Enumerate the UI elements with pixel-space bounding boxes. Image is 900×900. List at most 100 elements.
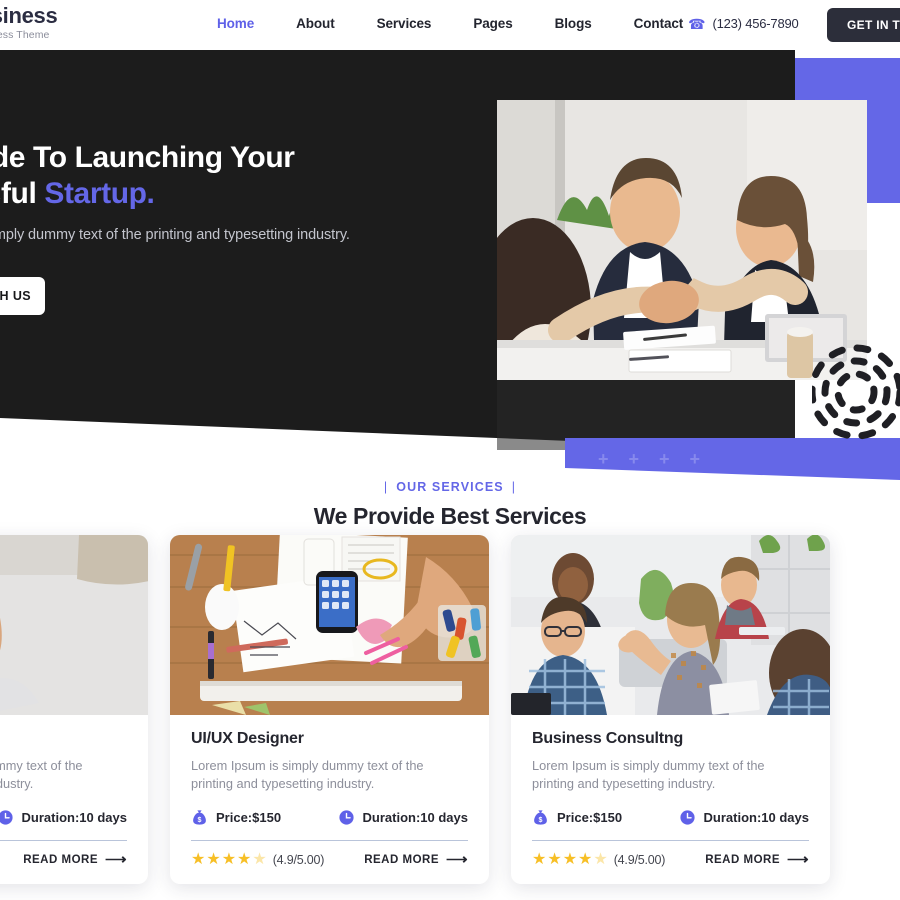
service-card-image-digital-marketing: DIGITAL MARKETING (0, 535, 148, 715)
service-card[interactable]: UI/UX Designer Lorem Ipsum is simply dum… (170, 535, 489, 884)
svg-text:$: $ (198, 816, 202, 824)
service-card-duration-label: Duration:10 days (362, 810, 468, 825)
nav-item-services[interactable]: Services (356, 16, 453, 31)
logo-title: Business (0, 3, 58, 28)
hero-copy: The Guide To Launching Your Successful S… (0, 140, 442, 315)
eyebrow-bar-left: | (383, 480, 389, 494)
service-card-duration: Duration:10 days (679, 809, 809, 826)
star-icon-empty: ★ (593, 851, 608, 868)
service-card[interactable]: Business Consultng Lorem Ipsum is simply… (511, 535, 830, 884)
dashed-circle-decoration (812, 344, 900, 440)
service-card-read-more-link[interactable]: READ MORE ⟶ (705, 851, 809, 868)
nav-item-blogs[interactable]: Blogs (534, 16, 613, 31)
star-icon: ★ (237, 851, 252, 868)
star-icon: ★ (562, 851, 578, 868)
service-card-read-more-link[interactable]: READ MORE ⟶ (23, 851, 127, 868)
service-card-duration-label: Duration:10 days (703, 810, 809, 825)
service-card-price: $ Price:$150 (532, 809, 679, 826)
header-phone[interactable]: ☎ (123) 456-7890 (688, 15, 799, 32)
arrow-right-icon: ⟶ (104, 851, 127, 868)
hero-heading-line1: The Guide To Launching Your (0, 141, 295, 174)
hero-paragraph: Lorem Ipsum is simply dummy text of the … (0, 227, 350, 243)
star-rating-icons: ★ ★ ★ ★ ★ (532, 852, 608, 868)
main-navigation: Home About Services Pages Blogs Contact (196, 16, 704, 31)
clock-icon (338, 810, 354, 825)
hero-reach-us-button[interactable]: REACH US (0, 277, 45, 315)
arrow-right-icon: ⟶ (445, 851, 468, 868)
service-card-footer: ★★★★★ (4.9/5.00) READ MORE ⟶ (532, 852, 809, 868)
star-icon: ★ (206, 851, 221, 868)
service-card-description: Lorem Ipsum is simply dummy text of the … (191, 758, 424, 791)
service-card-body: Business Consultng Lorem Ipsum is simply… (511, 715, 830, 884)
service-card-divider (532, 840, 809, 841)
service-card-title: Business Consultng (532, 730, 684, 747)
get-in-touch-button[interactable]: GET IN TOUCH (827, 8, 900, 42)
service-card-image-team-meeting (511, 535, 830, 715)
service-card-duration: Duration:10 days (338, 809, 468, 826)
service-card-description: Lorem Ipsum is simply dummy text of the … (532, 758, 765, 791)
phone-icon: ☎ (688, 15, 706, 32)
landing-page: Business Wordpress Theme Home About Serv… (0, 0, 900, 900)
nav-item-pages[interactable]: Pages (452, 16, 533, 31)
read-more-label: READ MORE (364, 854, 439, 866)
arrow-right-icon: ⟶ (786, 851, 809, 868)
star-rating-icons: ★ ★ ★ ★ ★ (191, 852, 267, 868)
eyebrow-label: OUR SERVICES (396, 480, 504, 494)
read-more-label: READ MORE (23, 854, 98, 866)
service-card-list: DIGITAL MARKETING D (0, 535, 830, 884)
service-card-meta: $ Price:$150 Duration:10 days (0, 809, 127, 826)
hero-image-handshake-meeting (497, 100, 867, 380)
service-card-rating: ★ ★ ★ ★ ★ (4.9/5.00) (532, 852, 665, 868)
service-card-title: UI/UX Designer (191, 730, 304, 747)
service-card-price: $ Price:$150 (191, 809, 338, 826)
services-title: We Provide Best Services (313, 503, 587, 529)
clock-icon (0, 810, 13, 825)
read-more-label: READ MORE (705, 854, 780, 866)
star-icon: ★ (547, 851, 562, 868)
site-header: Business Wordpress Theme Home About Serv… (0, 0, 900, 50)
service-card-rating: ★ ★ ★ ★ ★ (4.9/5.00) (191, 852, 324, 868)
service-card-divider (191, 840, 468, 841)
service-card-rating-text: (4.9/5.00) (272, 853, 325, 867)
eyebrow-bar-right: | (511, 480, 517, 494)
service-card[interactable]: DIGITAL MARKETING D (0, 535, 148, 884)
service-card-rating-text: (4.9/5.00) (613, 853, 666, 867)
service-card-body: Digital Marketing Lorem Ipsum is simply … (0, 715, 148, 884)
hero-heading: The Guide To Launching Your Successful S… (0, 140, 442, 212)
money-bag-icon: $ (534, 810, 547, 825)
star-icon-empty: ★ (252, 851, 267, 868)
service-card-description: Lorem Ipsum is simply dummy text of the … (0, 758, 83, 791)
plus-icon: + (628, 449, 640, 469)
star-icon: ★ (532, 851, 547, 868)
hero-section: + + + + The Guide To Launching Your Succ… (0, 50, 900, 480)
service-card-price-label: Price:$150 (216, 810, 282, 825)
star-icon: ★ (191, 851, 206, 868)
hero-heading-line2: Successful (0, 177, 37, 210)
service-card-duration-label: Duration:10 days (21, 810, 127, 825)
star-icon: ★ (578, 851, 593, 868)
service-card-divider (0, 840, 127, 841)
money-bag-icon: $ (193, 810, 206, 825)
phone-number: (123) 456-7890 (712, 16, 799, 31)
service-card-meta: $ Price:$150 Duration:10 days (191, 809, 468, 826)
plus-icon: + (659, 449, 670, 469)
service-card-read-more-link[interactable]: READ MORE ⟶ (364, 851, 468, 868)
svg-text:$: $ (539, 816, 543, 824)
hero-heading-accent: Startup. (44, 177, 155, 210)
service-card-meta: $ Price:$150 Duration:10 days (532, 809, 809, 826)
service-card-footer: ★★★★★ (4.9/5.00) READ MORE ⟶ (191, 852, 468, 868)
clock-icon (679, 810, 695, 825)
service-card-footer: ★★★★★ (4.9/5.00) READ MORE ⟶ (0, 852, 127, 868)
logo-subtitle: Wordpress Theme (0, 29, 50, 41)
service-card-body: UI/UX Designer Lorem Ipsum is simply dum… (170, 715, 489, 884)
service-card-image-uiux-desk (170, 535, 489, 715)
site-logo[interactable]: Business Wordpress Theme (0, 3, 58, 42)
hero-plus-decoration: + + + + (598, 449, 700, 470)
nav-item-home[interactable]: Home (196, 16, 275, 31)
plus-icon: + (598, 449, 609, 469)
star-icon: ★ (221, 851, 237, 868)
nav-item-about[interactable]: About (275, 16, 355, 31)
service-card-duration: Duration:10 days (0, 809, 127, 826)
service-card-price-label: Price:$150 (557, 810, 623, 825)
services-eyebrow: | OUR SERVICES | (0, 480, 900, 494)
